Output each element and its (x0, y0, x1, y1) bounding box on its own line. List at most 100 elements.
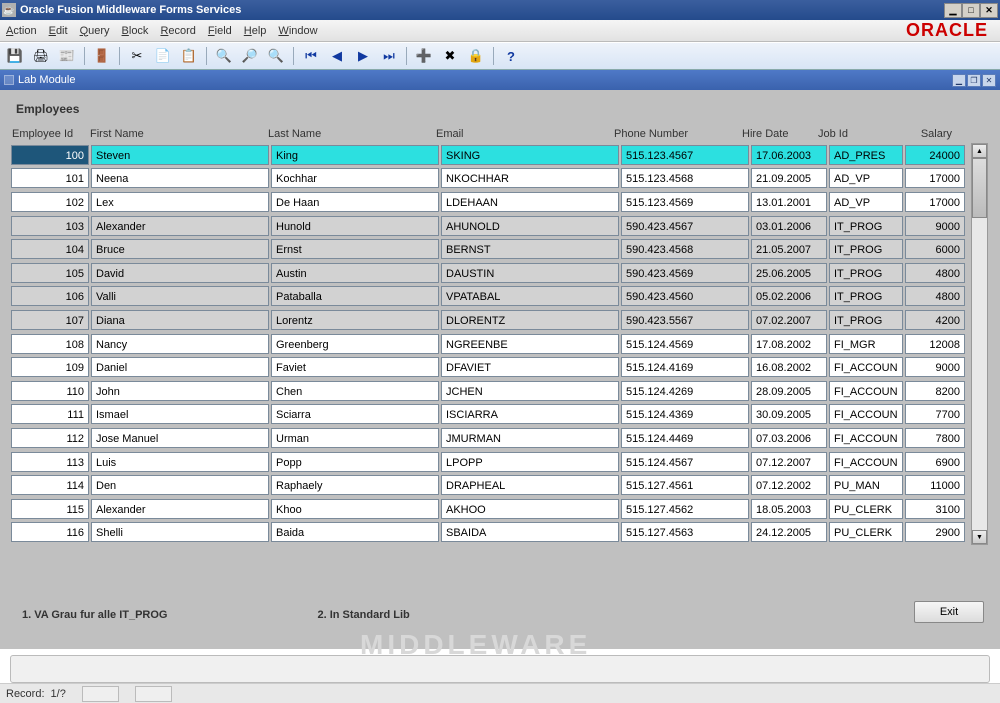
exit-button[interactable]: Exit (914, 601, 984, 623)
cell-fn[interactable]: Den (91, 475, 269, 495)
cancel-query-icon[interactable]: 🔍 (265, 45, 287, 67)
close-button[interactable]: ✕ (980, 3, 998, 18)
cell-sa[interactable]: 9000 (905, 357, 965, 377)
menu-window[interactable]: Window (278, 25, 317, 37)
module-minimize-button[interactable]: ▁ (952, 74, 966, 87)
cell-fn[interactable]: John (91, 381, 269, 401)
cell-ph[interactable]: 515.124.4169 (621, 357, 749, 377)
cell-em[interactable]: NGREENBE (441, 334, 619, 354)
cell-hd[interactable]: 03.01.2006 (751, 216, 827, 236)
cell-sa[interactable]: 8200 (905, 381, 965, 401)
table-row[interactable]: 114DenRaphaelyDRAPHEAL515.127.456107.12.… (10, 473, 990, 497)
cell-fn[interactable]: Nancy (91, 334, 269, 354)
cell-fn[interactable]: Neena (91, 168, 269, 188)
cell-jb[interactable]: PU_MAN (829, 475, 903, 495)
table-row[interactable]: 105DavidAustinDAUSTIN590.423.456925.06.2… (10, 261, 990, 285)
cell-em[interactable]: DAUSTIN (441, 263, 619, 283)
cell-ln[interactable]: King (271, 145, 439, 165)
cell-id[interactable]: 114 (11, 475, 89, 495)
cell-hd[interactable]: 05.02.2006 (751, 286, 827, 306)
cell-fn[interactable]: Diana (91, 310, 269, 330)
cell-id[interactable]: 107 (11, 310, 89, 330)
cell-jb[interactable]: IT_PROG (829, 216, 903, 236)
cell-ln[interactable]: Pataballa (271, 286, 439, 306)
cell-fn[interactable]: Valli (91, 286, 269, 306)
cell-ph[interactable]: 515.127.4563 (621, 522, 749, 542)
cell-em[interactable]: SKING (441, 145, 619, 165)
cell-em[interactable]: DRAPHEAL (441, 475, 619, 495)
cell-fn[interactable]: Daniel (91, 357, 269, 377)
cell-ln[interactable]: Chen (271, 381, 439, 401)
cell-jb[interactable]: IT_PROG (829, 263, 903, 283)
cell-em[interactable]: DFAVIET (441, 357, 619, 377)
cell-hd[interactable]: 30.09.2005 (751, 404, 827, 424)
table-row[interactable]: 103AlexanderHunoldAHUNOLD590.423.456703.… (10, 214, 990, 238)
table-row[interactable]: 109DanielFavietDFAVIET515.124.416916.08.… (10, 355, 990, 379)
cell-hd[interactable]: 07.12.2002 (751, 475, 827, 495)
scroll-down-button[interactable]: ▼ (972, 530, 987, 544)
cell-id[interactable]: 100 (11, 145, 89, 165)
cell-sa[interactable]: 3100 (905, 499, 965, 519)
cell-id[interactable]: 101 (11, 168, 89, 188)
cell-hd[interactable]: 07.02.2007 (751, 310, 827, 330)
cell-id[interactable]: 108 (11, 334, 89, 354)
cell-ph[interactable]: 590.423.5567 (621, 310, 749, 330)
cell-fn[interactable]: Luis (91, 452, 269, 472)
cell-hd[interactable]: 24.12.2005 (751, 522, 827, 542)
cell-id[interactable]: 105 (11, 263, 89, 283)
table-row[interactable]: 108NancyGreenbergNGREENBE515.124.456917.… (10, 332, 990, 356)
table-row[interactable]: 116ShelliBaidaSBAIDA515.127.456324.12.20… (10, 521, 990, 545)
table-row[interactable]: 110JohnChenJCHEN515.124.426928.09.2005FI… (10, 379, 990, 403)
cell-fn[interactable]: Steven (91, 145, 269, 165)
cell-ln[interactable]: De Haan (271, 192, 439, 212)
cell-id[interactable]: 103 (11, 216, 89, 236)
cell-sa[interactable]: 7700 (905, 404, 965, 424)
table-row[interactable]: 113LuisPoppLPOPP515.124.456707.12.2007FI… (10, 450, 990, 474)
maximize-button[interactable]: □ (962, 3, 980, 18)
cell-fn[interactable]: Bruce (91, 239, 269, 259)
print-icon[interactable]: 🖨 (30, 45, 52, 67)
cell-ln[interactable]: Greenberg (271, 334, 439, 354)
cell-ph[interactable]: 515.124.4369 (621, 404, 749, 424)
cell-ph[interactable]: 515.127.4561 (621, 475, 749, 495)
scroll-up-button[interactable]: ▲ (972, 144, 987, 158)
table-row[interactable]: 104BruceErnstBERNST590.423.456821.05.200… (10, 237, 990, 261)
cell-ph[interactable]: 515.123.4567 (621, 145, 749, 165)
cell-em[interactable]: JMURMAN (441, 428, 619, 448)
cell-hd[interactable]: 21.05.2007 (751, 239, 827, 259)
menu-query[interactable]: Query (80, 25, 110, 37)
cell-id[interactable]: 109 (11, 357, 89, 377)
cell-hd[interactable]: 18.05.2003 (751, 499, 827, 519)
cell-ph[interactable]: 590.423.4569 (621, 263, 749, 283)
save-icon[interactable]: 💾 (4, 45, 26, 67)
cell-ph[interactable]: 515.124.4569 (621, 334, 749, 354)
cell-id[interactable]: 104 (11, 239, 89, 259)
vertical-scrollbar[interactable]: ▲ ▼ (971, 143, 988, 545)
cell-fn[interactable]: Lex (91, 192, 269, 212)
cell-hd[interactable]: 17.08.2002 (751, 334, 827, 354)
cell-fn[interactable]: David (91, 263, 269, 283)
menu-action[interactable]: Action (6, 25, 37, 37)
cell-hd[interactable]: 17.06.2003 (751, 145, 827, 165)
cell-ph[interactable]: 515.124.4567 (621, 452, 749, 472)
cell-jb[interactable]: AD_VP (829, 192, 903, 212)
cell-sa[interactable]: 4800 (905, 286, 965, 306)
remove-record-icon[interactable]: ✖ (439, 45, 461, 67)
cut-icon[interactable]: ✂ (126, 45, 148, 67)
cell-sa[interactable]: 6000 (905, 239, 965, 259)
cell-em[interactable]: ISCIARRA (441, 404, 619, 424)
cell-jb[interactable]: AD_PRES (829, 145, 903, 165)
cell-em[interactable]: LPOPP (441, 452, 619, 472)
cell-sa[interactable]: 12008 (905, 334, 965, 354)
cell-ph[interactable]: 515.124.4469 (621, 428, 749, 448)
cell-sa[interactable]: 9000 (905, 216, 965, 236)
cell-id[interactable]: 102 (11, 192, 89, 212)
cell-ph[interactable]: 515.123.4569 (621, 192, 749, 212)
cell-fn[interactable]: Ismael (91, 404, 269, 424)
cell-id[interactable]: 112 (11, 428, 89, 448)
table-row[interactable]: 107DianaLorentzDLORENTZ590.423.556707.02… (10, 308, 990, 332)
cell-em[interactable]: JCHEN (441, 381, 619, 401)
cell-ln[interactable]: Lorentz (271, 310, 439, 330)
cell-em[interactable]: LDEHAAN (441, 192, 619, 212)
cell-ln[interactable]: Baida (271, 522, 439, 542)
